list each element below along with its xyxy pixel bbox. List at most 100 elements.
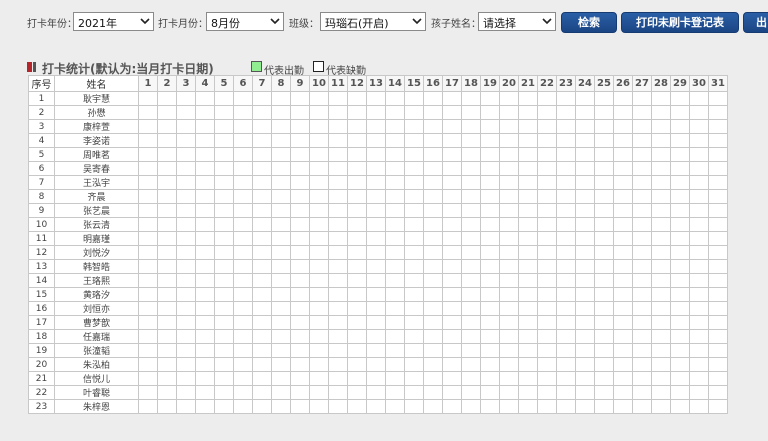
attendance-cell [708,161,728,176]
attendance-cell [537,203,557,218]
row-child-name: 朱泓柏 [54,357,139,372]
attendance-cell [233,217,253,232]
attendance-cell [290,329,310,344]
attendance-cell [575,245,595,260]
attendance-cell [366,231,386,246]
search-button[interactable]: 检索 [561,12,617,33]
attendance-cell [138,119,158,134]
print-unswiped-button[interactable]: 打印未刷卡登记表 [621,12,739,33]
attendance-cell [252,189,272,204]
attendance-cell [613,175,633,190]
attendance-cell [442,301,462,316]
attendance-cell [347,133,367,148]
attendance-cell [271,343,291,358]
attendance-cell [613,161,633,176]
attendance-cell [670,175,690,190]
attendance-cell [556,245,576,260]
attendance-cell [290,175,310,190]
attendance-cell [138,133,158,148]
attendance-cell [366,161,386,176]
table-row: 9 张艺晨 [28,203,728,218]
attendance-cell [271,301,291,316]
month-select[interactable]: 8月份 [206,12,284,31]
attendance-cell [328,287,348,302]
attendance-cell [385,203,405,218]
attendance-cell [480,371,500,386]
attendance-cell [252,301,272,316]
attendance-cell [670,203,690,218]
year-select[interactable]: 2021年 [73,12,154,31]
attendance-cell [575,357,595,372]
attendance-cell [290,147,310,162]
attendance-cell [195,343,215,358]
header-day: 4 [195,75,215,92]
attendance-cell [594,217,614,232]
attendance-cell [480,399,500,414]
row-serial-no: 9 [28,203,55,218]
attendance-cell [290,105,310,120]
attendance-cell [271,385,291,400]
attendance-cell [499,203,519,218]
child-select[interactable]: 请选择 [478,12,556,31]
attendance-cell [651,189,671,204]
attendance-cell [290,203,310,218]
attendance-cell [252,315,272,330]
attendance-cell [366,133,386,148]
row-child-name: 王泓宇 [54,175,139,190]
class-select[interactable]: 玛瑙石(开启) [320,12,426,31]
attendance-cell [708,91,728,106]
attendance-cell [613,315,633,330]
row-serial-no: 4 [28,133,55,148]
attendance-cell [290,231,310,246]
attendance-cell [556,259,576,274]
attendance-cell [328,175,348,190]
attendance-cell [689,231,709,246]
row-serial-no: 23 [28,399,55,414]
attendance-cell [632,161,652,176]
attendance-cell [252,203,272,218]
attendance-cell [518,91,538,106]
attendance-cell [404,133,424,148]
attendance-cell [347,385,367,400]
attendance-cell [309,175,329,190]
attendance-cell [556,315,576,330]
attendance-cell [347,189,367,204]
attendance-cell [404,329,424,344]
attendance-cell [233,189,253,204]
attendance-cell [537,119,557,134]
attendance-cell [233,301,253,316]
attendance-cell [613,203,633,218]
attendance-cell [309,245,329,260]
attendance-cell [195,119,215,134]
attendance-cell [347,217,367,232]
attendance-cell [252,161,272,176]
header-day: 11 [328,75,348,92]
attendance-cell [385,133,405,148]
attendance-cell [290,399,310,414]
attendance-cell [385,287,405,302]
attendance-cell [537,133,557,148]
attendance-cell [138,189,158,204]
attendance-cell [252,259,272,274]
attendance-cell [385,105,405,120]
attendance-cell [157,91,177,106]
export-button[interactable]: 出 [743,12,768,33]
attendance-cell [670,133,690,148]
attendance-cell [309,161,329,176]
attendance-cell [442,133,462,148]
attendance-cell [499,217,519,232]
attendance-cell [518,399,538,414]
attendance-cell [214,203,234,218]
attendance-cell [195,91,215,106]
attendance-cell [594,385,614,400]
attendance-cell [176,329,196,344]
attendance-cell [176,119,196,134]
attendance-cell [271,315,291,330]
attendance-cell [252,175,272,190]
attendance-cell [632,259,652,274]
attendance-cell [214,259,234,274]
attendance-cell [689,399,709,414]
attendance-cell [214,385,234,400]
attendance-cell [537,301,557,316]
attendance-cell [689,217,709,232]
